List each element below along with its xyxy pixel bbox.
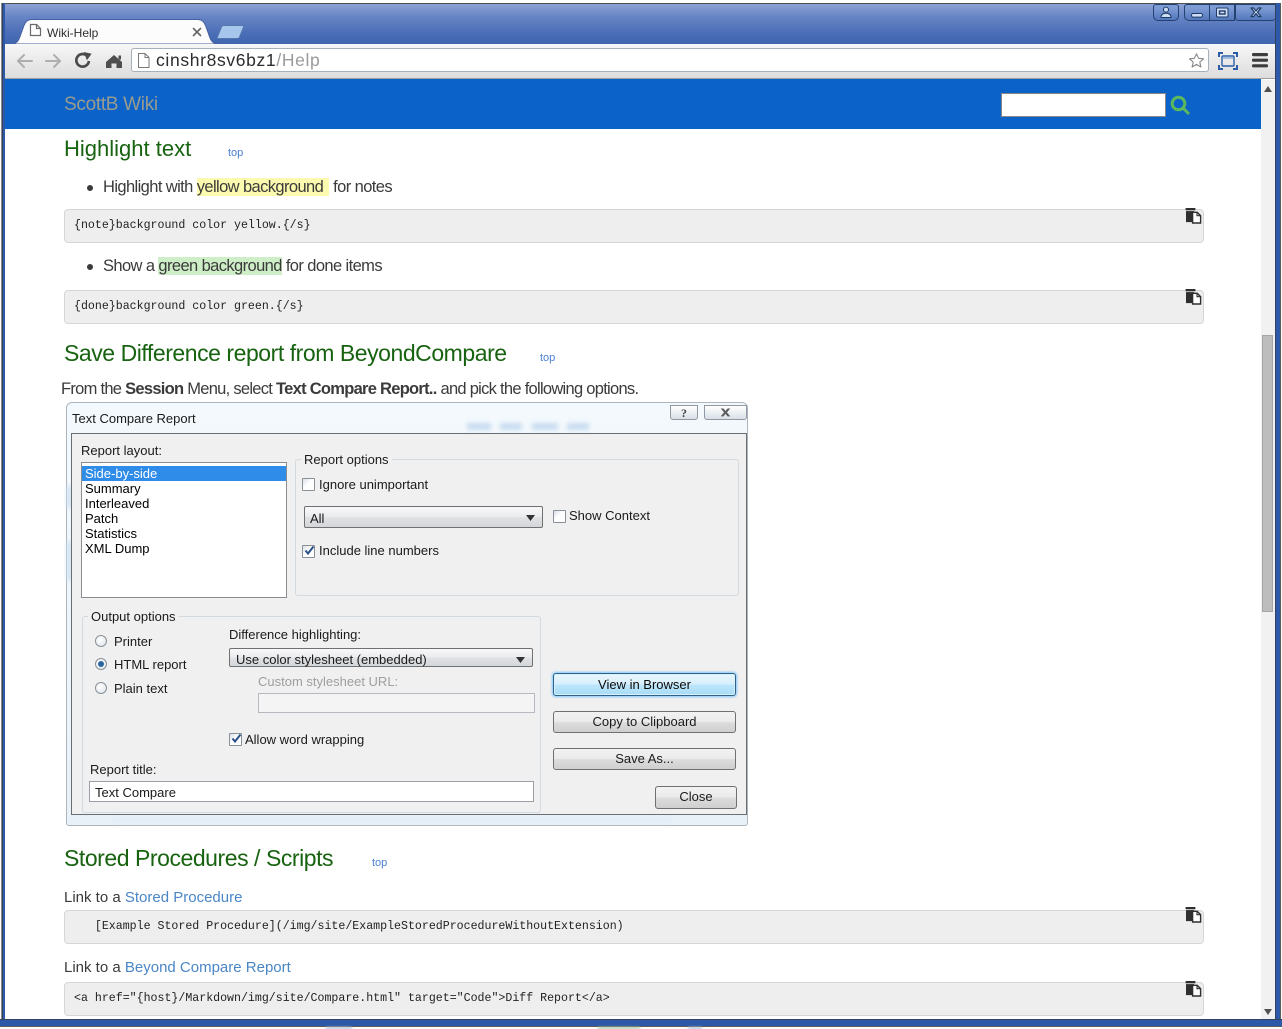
svg-text:?: ?: [681, 406, 687, 419]
